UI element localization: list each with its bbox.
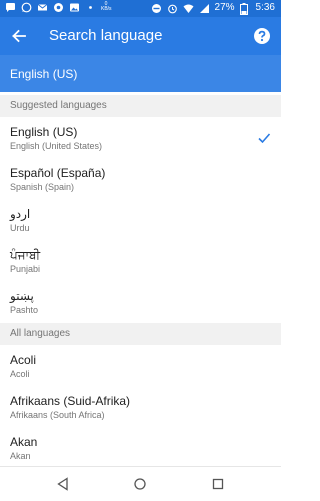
section-title: Suggested languages [10,100,107,111]
language-name: Acoli [10,353,37,367]
help-icon [254,28,270,44]
language-name: Español (España) [10,166,106,180]
language-row[interactable]: Acoli Acoli [0,346,281,387]
search-input-value[interactable]: English (US) [10,67,77,81]
section-title: All languages [10,328,71,339]
section-header-all: All languages [0,323,281,345]
chrome-icon [53,2,64,13]
language-name: ਪੰਜਾਬੀ [10,248,41,262]
language-row[interactable]: اردو Urdu [0,200,281,241]
search-field[interactable]: English (US) [0,55,281,92]
language-row[interactable]: Afrikaans (Suid-Afrika) Afrikaans (South… [0,387,281,428]
photo-icon [69,2,80,13]
language-row[interactable]: پښتو Pashto [0,282,281,323]
nav-home-button[interactable] [132,476,148,492]
status-right: 27% 5:36 [151,2,275,15]
dot-icon [85,2,96,13]
language-english-name: Punjabi [10,264,41,274]
language-name: English (US) [10,125,78,139]
do-not-disturb-icon [151,3,162,14]
language-name: Afrikaans (Suid-Afrika) [10,394,131,408]
wifi-icon [183,3,194,14]
system-nav-bar [0,466,281,501]
square-recents-icon [212,478,224,490]
language-row[interactable]: Akan Akan [0,428,281,469]
arrow-back-icon [12,29,26,43]
language-name: Akan [10,435,38,449]
alarm-icon [167,3,178,14]
language-row[interactable]: ਪੰਜਾਬੀ Punjabi [0,241,281,282]
network-speed: 0 KB/s [101,1,112,12]
language-english-name: Akan [10,451,31,461]
language-row[interactable]: English (US) English (United States) [0,118,281,159]
battery-percent: 27% [214,2,235,13]
language-english-name: Urdu [10,223,30,233]
notification-icons: 0 KB/s [5,1,112,13]
circle-home-icon [134,478,146,490]
signal-icon [199,3,210,14]
language-row[interactable]: Español (España) Spanish (Spain) [0,159,281,200]
nav-back-button[interactable] [55,476,71,492]
language-english-name: Spanish (Spain) [10,182,75,192]
page-title: Search language [49,27,163,44]
language-name: پښتو [10,289,34,303]
language-name: اردو [10,207,31,221]
status-bar: 0 KB/s 27% 5:36 [0,0,281,17]
message-icon [5,2,16,13]
mail-icon [37,2,48,13]
app-bar: Search language [0,17,281,55]
nav-recents-button[interactable] [210,476,226,492]
language-english-name: English (United States) [10,141,103,151]
language-english-name: Acoli [10,369,30,379]
triangle-back-icon [57,477,68,491]
clock: 5:36 [255,2,275,13]
check-icon [258,133,271,144]
language-english-name: Afrikaans (South Africa) [10,410,105,420]
back-button[interactable] [9,26,29,46]
section-header-suggested: Suggested languages [0,95,281,117]
help-button[interactable] [252,26,272,46]
whatsapp-icon [21,2,32,13]
language-english-name: Pashto [10,305,39,315]
battery-icon [239,2,251,15]
